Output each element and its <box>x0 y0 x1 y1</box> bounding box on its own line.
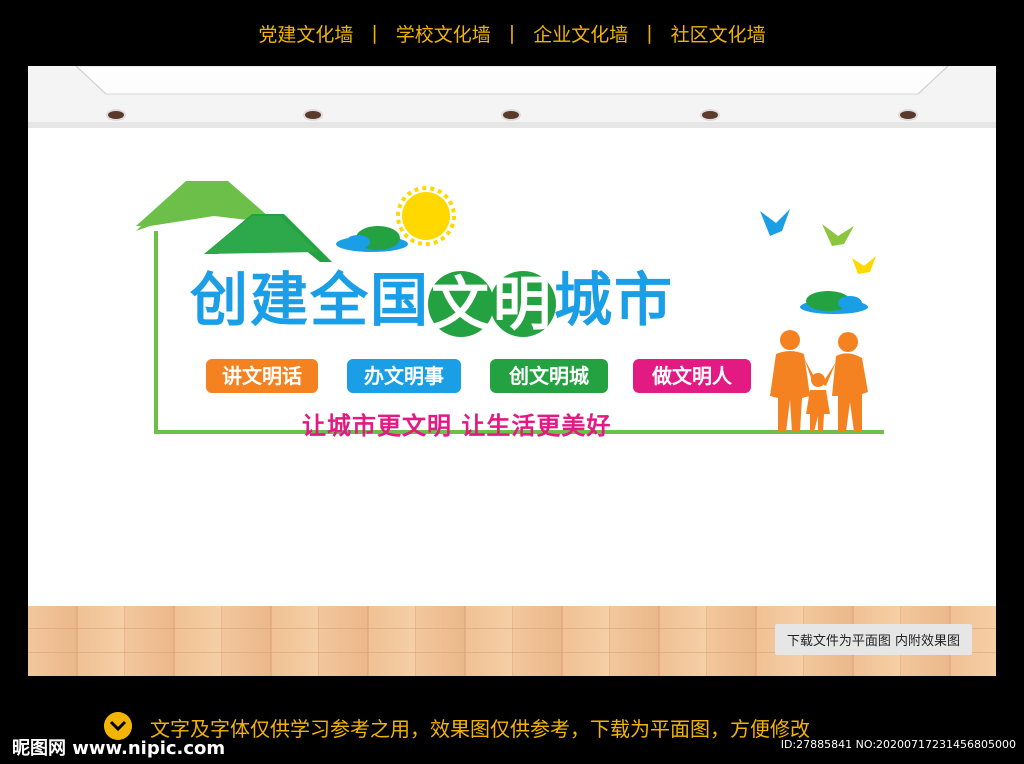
pill-label: 讲文明话 <box>222 364 302 388</box>
wall-scene: 创建全国文明城市 讲文明话 办文明事 创文明城 做文明人 让城市更文明 让生活更… <box>28 66 996 676</box>
top-nav: 党建文化墙 | 学校文化墙 | 企业文化墙 | 社区文化墙 <box>0 0 1024 66</box>
pill-tag: 创文明城 <box>490 359 608 393</box>
bird-icon <box>852 256 876 274</box>
cloud-icon <box>800 291 868 314</box>
bird-icon <box>822 224 854 246</box>
nav-item-school[interactable]: 学校文化墙 <box>378 20 509 47</box>
nav-item-party[interactable]: 党建文化墙 <box>240 20 371 47</box>
artwork-title: 创建全国文明城市 <box>190 271 674 337</box>
title-part-1: 创建全国 <box>190 266 431 335</box>
family-icon <box>770 330 868 432</box>
pill-tag: 办文明事 <box>347 359 461 393</box>
nav-item-community[interactable]: 社区文化墙 <box>653 20 784 47</box>
nav-item-enterprise[interactable]: 企业文化墙 <box>515 20 646 47</box>
title-circle-char: 文 <box>428 271 495 337</box>
site-logo[interactable]: 昵图网 www.nipic.com <box>12 734 225 760</box>
cloud-icon <box>336 226 408 252</box>
bird-icon <box>760 209 790 236</box>
slogan: 让城市更文明 让生活更美好 <box>302 412 612 440</box>
pill-label: 创文明城 <box>509 364 589 388</box>
pill-tag: 做文明人 <box>633 359 751 393</box>
sun-icon <box>396 186 456 246</box>
image-id: ID:27885841 NO:20200717231456805000 <box>780 738 1016 751</box>
pill-label: 办文明事 <box>364 364 444 388</box>
pill-label: 做文明人 <box>652 364 732 388</box>
title-part-2: 城市 <box>554 266 675 335</box>
disclaimer-text: 文字及字体仅供学习参考之用，效果图仅供参考，下载为平面图，方便修改 <box>150 717 810 741</box>
effect-note: 下载文件为平面图 内附效果图 <box>774 624 972 655</box>
pill-tag: 讲文明话 <box>206 359 318 393</box>
title-circle-char: 明 <box>490 271 557 337</box>
